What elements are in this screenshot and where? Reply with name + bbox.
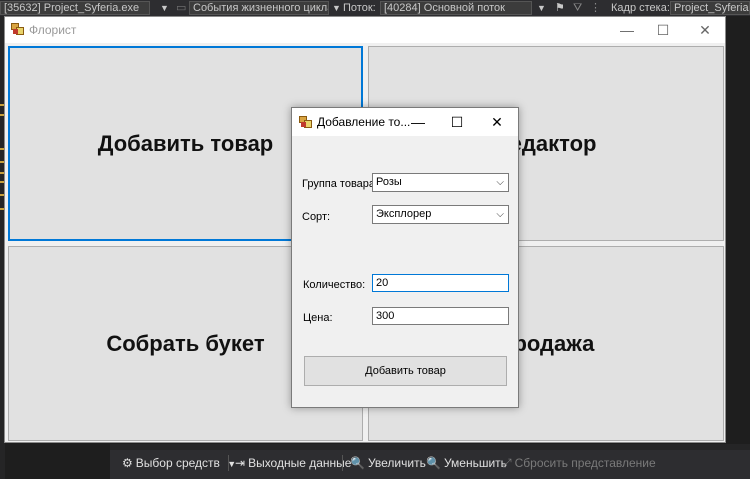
zoom-in-button[interactable]: 🔍 Увеличить <box>350 456 426 470</box>
dialog-add-product-button[interactable]: Добавить товар <box>304 356 507 386</box>
main-title-bar[interactable]: Флорист — ☐ ✕ <box>5 17 725 43</box>
lifecycle-events-selector[interactable]: События жизненного цикла <box>189 1 329 15</box>
zoom-in-label: Увеличить <box>367 456 426 470</box>
quantity-input[interactable]: 20 <box>372 274 509 292</box>
price-input[interactable]: 300 <box>372 307 509 325</box>
reset-view-icon: ⤢ <box>502 456 512 470</box>
thread-dropdown-icon[interactable]: ▼ <box>537 1 546 15</box>
dialog-minimize-icon[interactable]: — <box>398 108 438 136</box>
output-button[interactable]: ⇥ Выходные данные <box>235 456 351 470</box>
group-combobox[interactable]: Розы ⌵ <box>372 173 509 192</box>
variety-value: Эксплорер <box>376 208 432 220</box>
toolbox-label: Выбор средств <box>135 456 220 470</box>
vs-debug-toolbar: [35632] Project_Syferia.exe ▼ ▭ События … <box>0 0 750 16</box>
zoom-out-button[interactable]: 🔍 Уменьшить <box>426 456 507 470</box>
gear-icon: ⚙ <box>122 456 133 470</box>
thread-label: Поток: <box>343 2 376 14</box>
thread-selector[interactable]: [40284] Основной поток <box>380 1 532 15</box>
lifecycle-icon: ▭ <box>176 2 187 14</box>
quantity-label: Количество: <box>303 279 366 291</box>
stack-frame-label: Кадр стека: <box>611 2 670 14</box>
dialog-title-bar[interactable]: Добавление то... — ☐ ✕ <box>292 108 518 136</box>
variety-combobox[interactable]: Эксплорер ⌵ <box>372 205 509 224</box>
maximize-icon[interactable]: ☐ <box>643 17 683 43</box>
dialog-close-icon[interactable]: ✕ <box>477 108 517 136</box>
app-icon <box>11 23 25 35</box>
zoom-out-icon: 🔍 <box>426 456 441 470</box>
price-label: Цена: <box>303 312 333 324</box>
main-window-title: Флорист <box>29 23 77 37</box>
group-label: Группа товара: <box>302 178 379 190</box>
output-label: Выходные данные <box>248 456 352 470</box>
lifecycle-dropdown-icon[interactable]: ▼ <box>332 1 341 15</box>
minimize-icon[interactable]: — <box>607 17 647 43</box>
vs-bottom-toolbar: ⚙ Выбор средств ▼ ⇥ Выходные данные 🔍 Увели… <box>110 444 750 479</box>
process-dropdown-icon[interactable]: ▼ <box>160 1 169 15</box>
process-selector[interactable]: [35632] Project_Syferia.exe <box>0 1 150 15</box>
zoom-out-label: Уменьшить <box>443 456 507 470</box>
add-product-dialog: Добавление то... — ☐ ✕ Группа товара: Ро… <box>291 107 519 408</box>
close-icon[interactable]: ✕ <box>685 17 725 43</box>
output-icon: ⇥ <box>235 456 246 470</box>
dialog-maximize-icon[interactable]: ☐ <box>437 108 477 136</box>
group-value: Розы <box>376 176 402 188</box>
flag-icon[interactable]: ⚑ <box>555 1 565 15</box>
zoom-in-icon: 🔍 <box>350 456 365 470</box>
expand-icon[interactable]: ⋮ <box>590 1 601 15</box>
chevron-down-icon[interactable]: ⌵ <box>496 206 504 223</box>
dialog-title: Добавление то... <box>317 115 411 129</box>
dialog-app-icon <box>299 116 313 128</box>
stack-frame-selector[interactable]: Project_Syferia.M <box>670 1 750 15</box>
toolbox-button[interactable]: ⚙ Выбор средств ▼ <box>122 456 236 471</box>
reset-view-button[interactable]: ⤢ Сбросить представление <box>502 456 656 470</box>
filter-icon[interactable]: ⛛ <box>573 1 582 15</box>
chevron-down-icon[interactable]: ⌵ <box>496 174 504 191</box>
variety-label: Сорт: <box>302 211 331 223</box>
reset-view-label: Сбросить представление <box>514 456 656 470</box>
